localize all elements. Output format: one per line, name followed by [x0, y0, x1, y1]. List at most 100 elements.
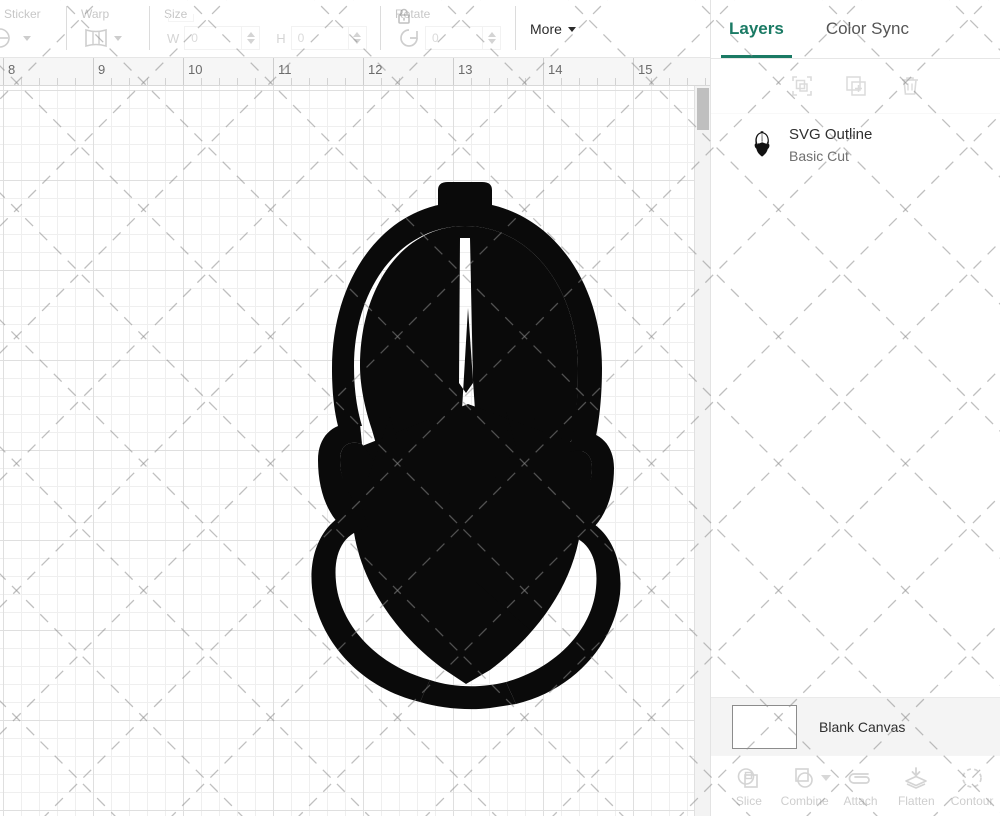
ruler-minor-tick	[399, 78, 400, 85]
ruler-label: 14	[548, 62, 562, 77]
ruler-minor-tick	[39, 78, 40, 85]
ruler-minor-tick	[219, 78, 220, 85]
ruler-minor-tick	[111, 78, 112, 85]
ruler-minor-tick	[381, 78, 382, 85]
height-input[interactable]	[291, 26, 349, 50]
contour-label: Contour	[951, 794, 994, 808]
more-label: More	[530, 21, 562, 37]
horizontal-ruler[interactable]: 89101112131415	[0, 58, 710, 86]
ruler-minor-tick	[687, 78, 688, 85]
ruler-minor-tick	[327, 78, 328, 85]
blank-canvas-thumb	[732, 705, 797, 749]
rotate-stepper[interactable]	[483, 26, 501, 50]
attach-button[interactable]: Attach	[833, 756, 889, 816]
ruler-major-tick	[93, 58, 94, 86]
more-chevron-down-icon[interactable]	[568, 27, 576, 32]
tab-layers-label: Layers	[729, 19, 784, 39]
rotate-icon[interactable]	[395, 25, 425, 51]
tab-color-sync[interactable]: Color Sync	[826, 0, 909, 58]
ruler-major-tick	[363, 58, 364, 86]
tab-color-sync-label: Color Sync	[826, 19, 909, 39]
group-icon[interactable]	[789, 73, 815, 99]
rotate-input[interactable]	[425, 26, 483, 50]
canvas-vertical-scrollbar[interactable]	[694, 86, 710, 816]
layer-action-bar	[711, 59, 1000, 114]
warp-label: Warp	[81, 7, 149, 21]
layer-subtitle: Basic Cut	[789, 148, 872, 164]
ruler-label: 11	[278, 62, 292, 77]
layer-title: SVG Outline	[789, 126, 872, 143]
ruler-minor-tick	[75, 78, 76, 85]
width-letter: W	[167, 31, 179, 46]
warp-chevron-down-icon[interactable]	[114, 36, 122, 41]
more-button[interactable]: More	[530, 0, 576, 58]
warp-icon[interactable]	[81, 25, 111, 51]
ruler-major-tick	[3, 58, 4, 86]
ruler-minor-tick	[579, 78, 580, 85]
size-link-bracket	[168, 14, 194, 22]
tab-layers[interactable]: Layers	[729, 0, 784, 58]
flatten-icon	[903, 765, 929, 791]
ruler-minor-tick	[525, 78, 526, 85]
ruler-minor-tick	[507, 78, 508, 85]
combine-icon	[792, 765, 818, 791]
ruler-label: 10	[188, 62, 202, 77]
ruler-minor-tick	[147, 78, 148, 85]
height-stepper[interactable]	[349, 26, 367, 50]
combine-chevron-down-icon[interactable]	[821, 775, 831, 781]
sticker-chevron-down-icon[interactable]	[23, 36, 31, 41]
ruler-minor-tick	[309, 78, 310, 85]
layer-text-block: SVG Outline Basic Cut	[789, 126, 872, 164]
ruler-minor-tick	[291, 78, 292, 85]
ruler-minor-tick	[651, 78, 652, 85]
layer-list: SVG Outline Basic Cut	[711, 114, 1000, 176]
panel-bottom-toolbar: Slice Combine Attach	[711, 755, 1000, 816]
width-stepper[interactable]	[242, 26, 260, 50]
toolgroup-warp[interactable]: Warp	[67, 0, 149, 58]
ruler-major-tick	[273, 58, 274, 86]
contour-button[interactable]: Contour	[944, 756, 1000, 816]
slice-label: Slice	[736, 794, 762, 808]
duplicate-icon[interactable]	[843, 73, 869, 99]
ruler-minor-tick	[165, 78, 166, 85]
combine-label: Combine	[781, 794, 829, 808]
toolgroup-sticker[interactable]: Sticker	[0, 0, 66, 58]
toolgroup-size: Size W H	[150, 0, 380, 58]
canvas-grid	[0, 86, 695, 816]
ruler-minor-tick	[471, 78, 472, 85]
combine-button[interactable]: Combine	[777, 756, 833, 816]
slice-icon	[736, 765, 762, 791]
ruler-minor-tick	[597, 78, 598, 85]
knight-helmet-thumb-icon	[749, 130, 775, 160]
layer-row[interactable]: SVG Outline Basic Cut	[711, 114, 1000, 176]
ruler-minor-tick	[417, 78, 418, 85]
ruler-minor-tick	[669, 78, 670, 85]
ruler-label: 8	[8, 62, 15, 77]
attach-icon	[846, 765, 874, 791]
ruler-minor-tick	[615, 78, 616, 85]
ruler-major-tick	[183, 58, 184, 86]
ruler-major-tick	[633, 58, 634, 86]
sticker-icon[interactable]	[0, 25, 20, 51]
height-letter: H	[276, 31, 285, 46]
attach-label: Attach	[843, 794, 877, 808]
ruler-label: 9	[98, 62, 105, 77]
slice-button[interactable]: Slice	[721, 756, 777, 816]
blank-canvas-row[interactable]: Blank Canvas	[711, 697, 1000, 755]
ruler-minor-tick	[237, 78, 238, 85]
width-input[interactable]	[184, 26, 242, 50]
sticker-label: Sticker	[4, 7, 66, 21]
contour-icon	[959, 765, 985, 791]
rotate-label: Rotate	[395, 7, 515, 21]
toolgroup-more: More	[516, 0, 576, 58]
toolgroup-rotate: Rotate	[381, 0, 515, 58]
size-label: Size	[164, 7, 380, 21]
panel-tab-bar: Layers Color Sync	[711, 0, 1000, 59]
vertical-scroll-thumb[interactable]	[697, 88, 709, 130]
ruler-minor-tick	[21, 78, 22, 85]
canvas-area[interactable]	[0, 86, 710, 816]
ruler-minor-tick	[561, 78, 562, 85]
ruler-major-tick	[543, 58, 544, 86]
trash-icon[interactable]	[897, 73, 923, 99]
flatten-button[interactable]: Flatten	[888, 756, 944, 816]
